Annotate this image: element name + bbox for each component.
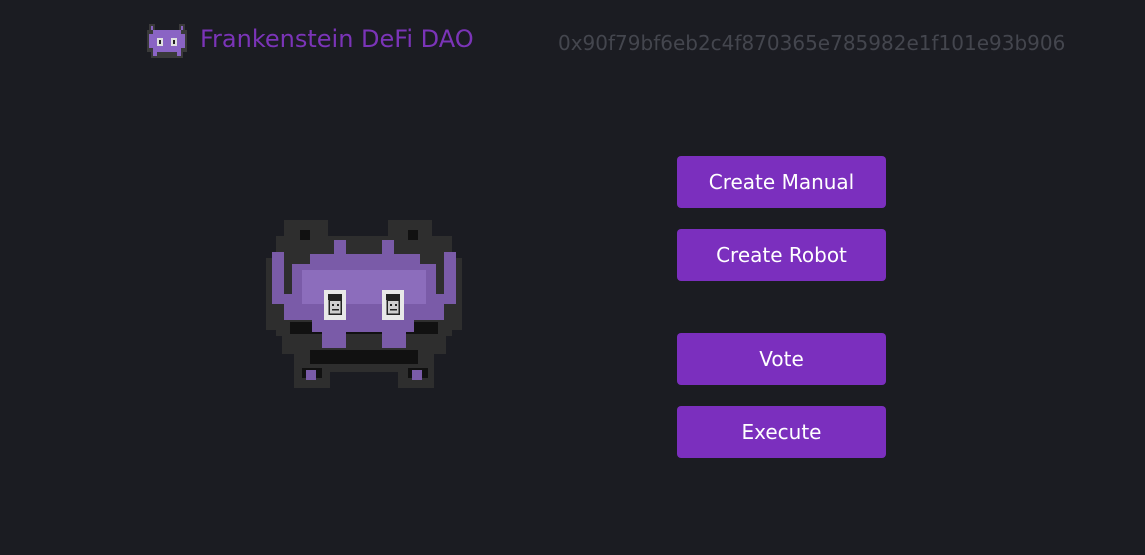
create-robot-button[interactable]: Create Robot [677, 229, 886, 281]
execute-button[interactable]: Execute [677, 406, 886, 458]
space-invader-hero-icon [266, 220, 462, 388]
app-page: Frankenstein DeFi DAO 0x90f79bf6eb2c4f87… [0, 0, 1145, 555]
create-manual-button[interactable]: Create Manual [677, 156, 886, 208]
space-invader-logo-icon [147, 24, 187, 58]
vote-button[interactable]: Vote [677, 333, 886, 385]
wallet-address: 0x90f79bf6eb2c4f870365e785982e1f101e93b9… [558, 31, 1066, 55]
app-title: Frankenstein DeFi DAO [200, 25, 474, 53]
